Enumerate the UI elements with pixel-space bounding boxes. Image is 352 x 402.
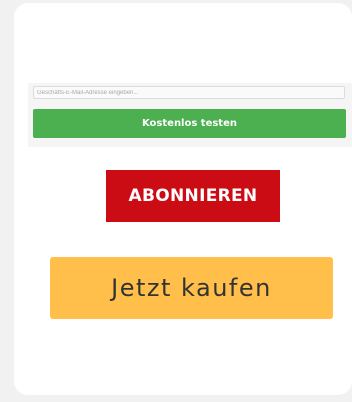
trial-signup-form: Kostenlos testen <box>28 83 352 147</box>
free-trial-button[interactable]: Kostenlos testen <box>33 109 346 138</box>
business-email-input[interactable] <box>33 86 345 99</box>
buy-now-button[interactable]: Jetzt kaufen <box>50 257 333 319</box>
subscribe-button[interactable]: ABONNIEREN <box>106 170 280 222</box>
